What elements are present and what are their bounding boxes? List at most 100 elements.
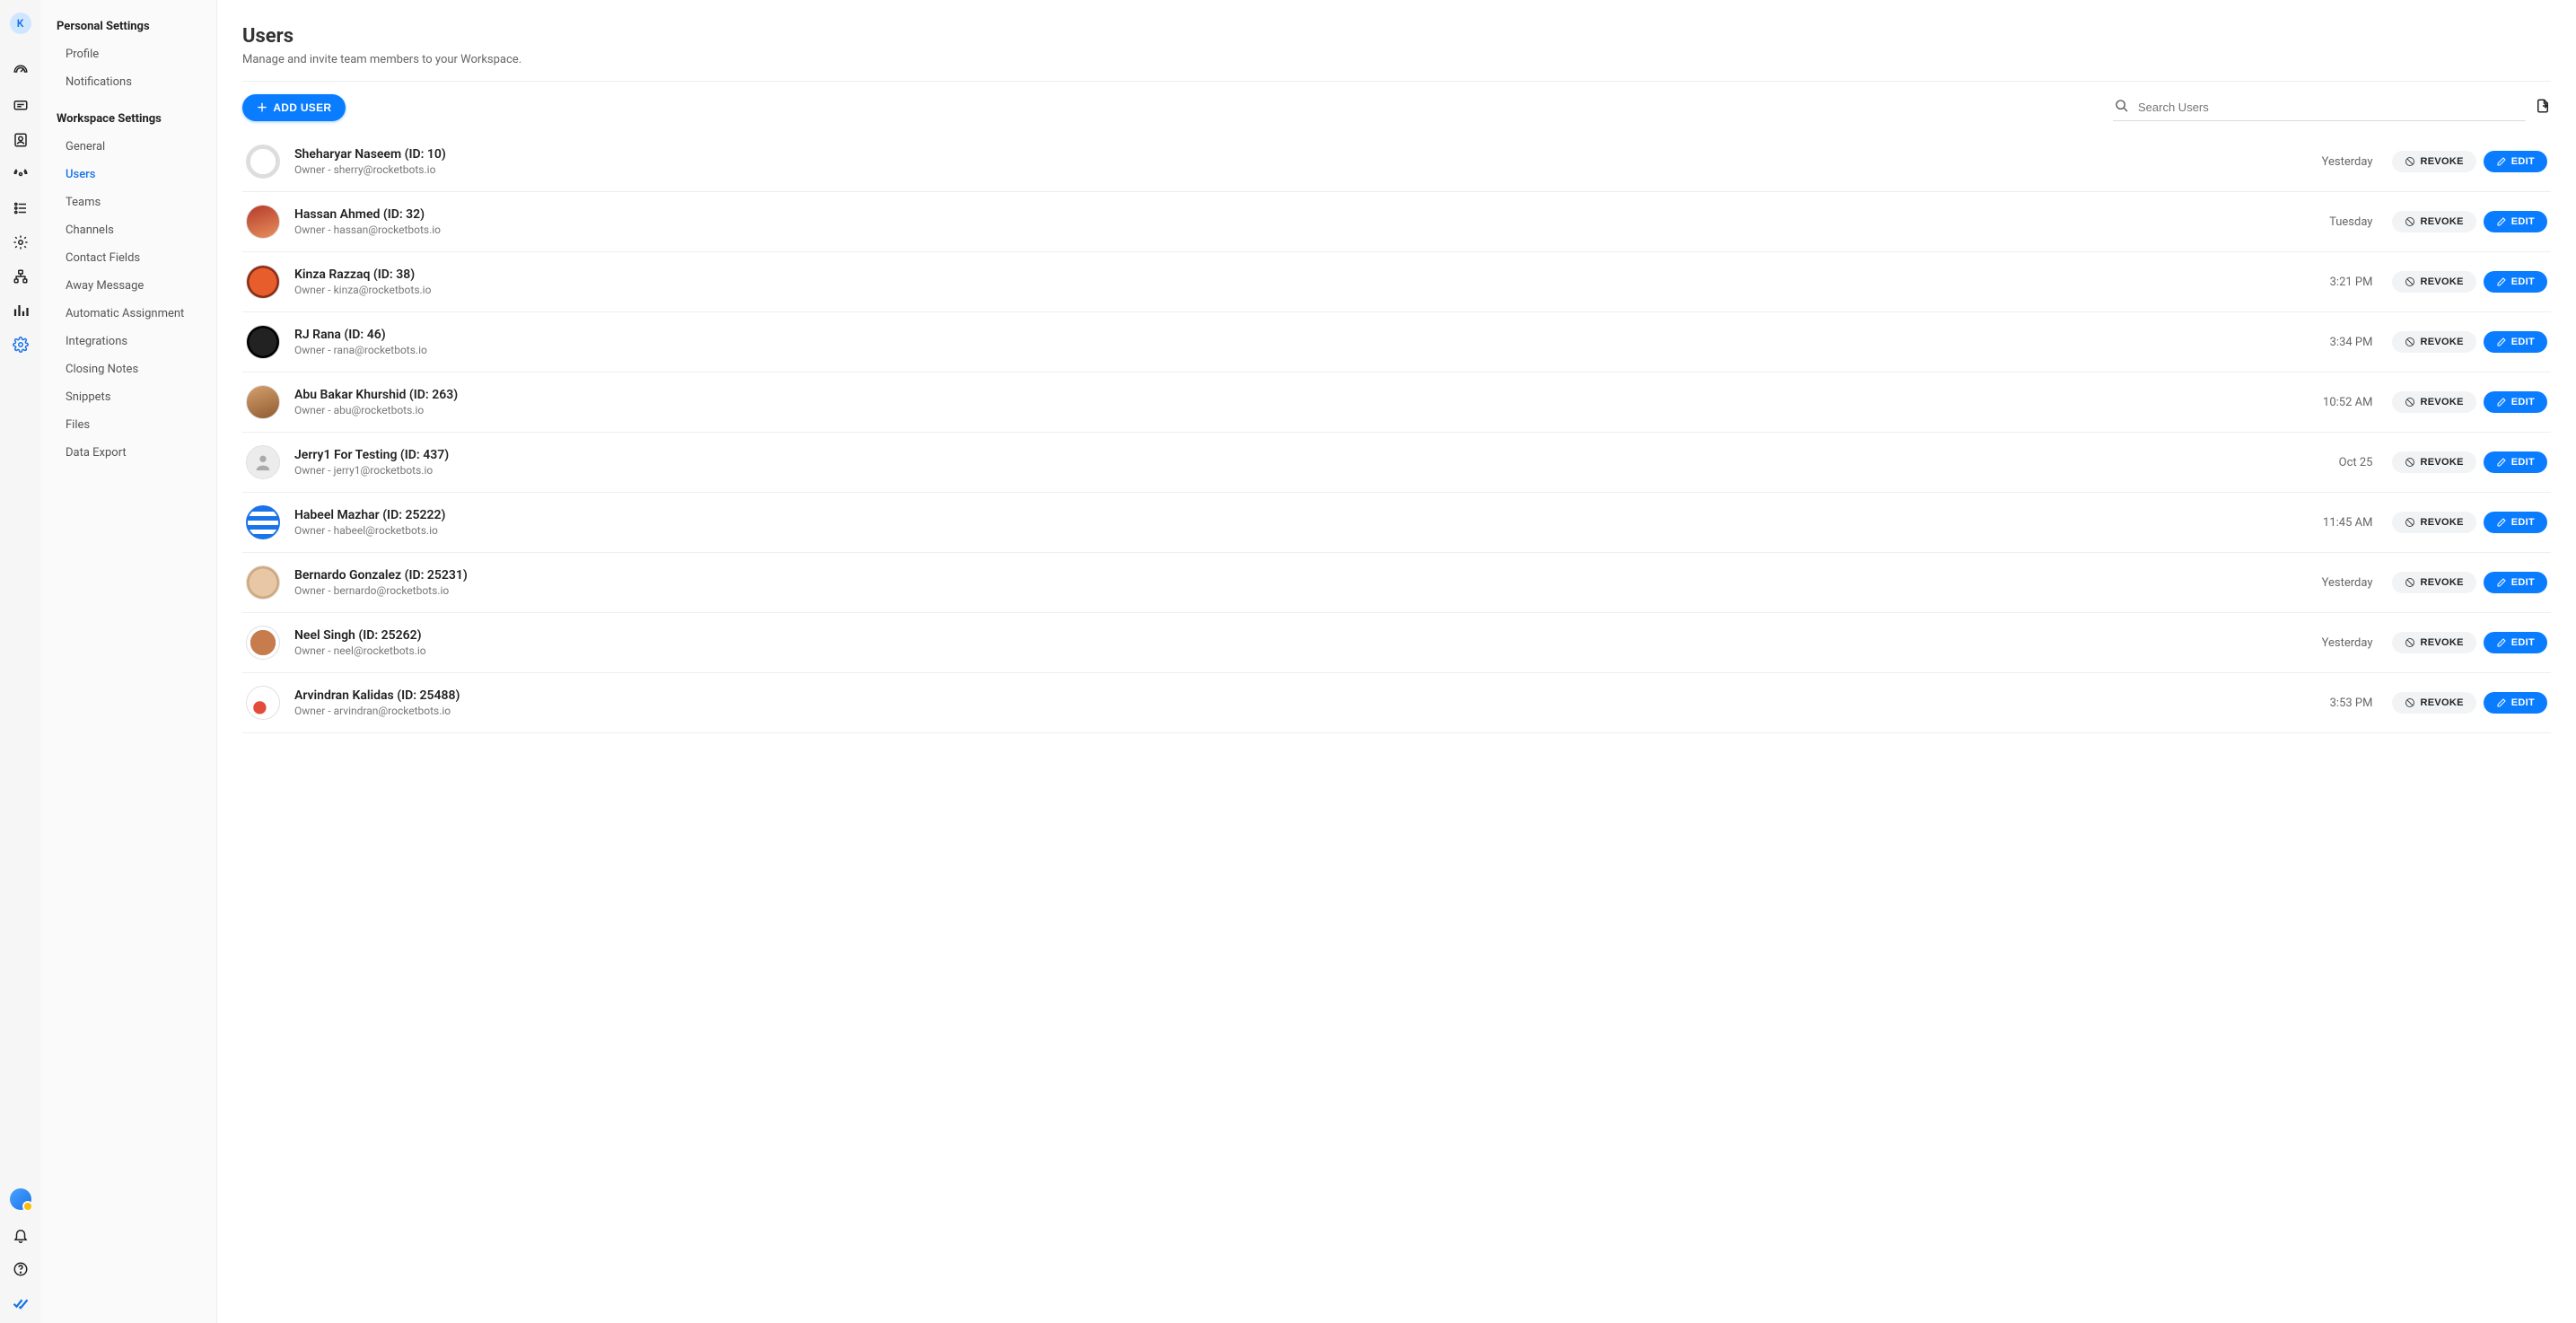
search-field[interactable] [2113, 95, 2526, 121]
edit-button[interactable]: EDIT [2484, 512, 2547, 533]
help-icon[interactable] [12, 1260, 30, 1278]
user-row: Abu Bakar Khurshid (ID: 263)Owner - abu@… [242, 372, 2551, 433]
user-avatar[interactable] [10, 1188, 31, 1210]
user-name: Hassan Ahmed (ID: 32) [294, 207, 2329, 222]
export-icon[interactable] [2535, 98, 2551, 118]
sidebar-item-automatic-assignment[interactable]: Automatic Assignment [40, 300, 216, 328]
user-name: Habeel Mazhar (ID: 25222) [294, 508, 2323, 522]
user-info: Jerry1 For Testing (ID: 437)Owner - jerr… [294, 448, 2339, 477]
revoke-button[interactable]: REVOKE [2392, 331, 2475, 353]
user-avatar [246, 565, 280, 600]
dashboard-icon[interactable] [12, 63, 30, 81]
revoke-button[interactable]: REVOKE [2392, 451, 2475, 473]
revoke-button[interactable]: REVOKE [2392, 632, 2475, 653]
user-timestamp: 3:21 PM [2330, 276, 2373, 289]
user-avatar [246, 686, 280, 720]
reports-icon[interactable] [12, 302, 30, 320]
sidebar-item-away-message[interactable]: Away Message [40, 272, 216, 300]
user-info: Abu Bakar Khurshid (ID: 263)Owner - abu@… [294, 388, 2323, 416]
user-avatar [246, 505, 280, 539]
page-title: Users [242, 25, 2551, 48]
revoke-button[interactable]: REVOKE [2392, 512, 2475, 533]
user-info: Hassan Ahmed (ID: 32)Owner - hassan@rock… [294, 207, 2329, 236]
user-name: Arvindran Kalidas (ID: 25488) [294, 688, 2330, 703]
sidebar-item-channels[interactable]: Channels [40, 216, 216, 244]
user-meta: Owner - arvindran@rocketbots.io [294, 705, 2330, 717]
edit-button[interactable]: EDIT [2484, 692, 2547, 714]
user-meta: Owner - habeel@rocketbots.io [294, 524, 2323, 537]
user-meta: Owner - abu@rocketbots.io [294, 404, 2323, 416]
user-meta: Owner - kinza@rocketbots.io [294, 284, 2330, 296]
sidebar-item-contact-fields[interactable]: Contact Fields [40, 244, 216, 272]
revoke-button[interactable]: REVOKE [2392, 271, 2475, 293]
user-info: Habeel Mazhar (ID: 25222) Owner - habeel@… [294, 508, 2323, 537]
user-row: Arvindran Kalidas (ID: 25488) Owner - arv… [242, 673, 2551, 733]
edit-button[interactable]: EDIT [2484, 391, 2547, 413]
user-info: Bernardo Gonzalez (ID: 25231)Owner - ber… [294, 568, 2322, 597]
user-avatar [246, 445, 280, 479]
status-check-icon[interactable] [12, 1294, 30, 1312]
revoke-button[interactable]: REVOKE [2392, 211, 2475, 232]
edit-button[interactable]: EDIT [2484, 451, 2547, 473]
user-meta: Owner - bernardo@rocketbots.io [294, 584, 2322, 597]
search-icon [2115, 99, 2129, 117]
divider [242, 81, 2551, 82]
edit-button[interactable]: EDIT [2484, 632, 2547, 653]
revoke-button[interactable]: REVOKE [2392, 572, 2475, 593]
user-meta: Owner - jerry1@rocketbots.io [294, 464, 2339, 477]
user-name: RJ Rana (ID: 46) [294, 328, 2330, 342]
user-row: Neel Singh (ID: 25262)Owner - neel@rocke… [242, 613, 2551, 673]
edit-button[interactable]: EDIT [2484, 151, 2547, 172]
user-avatar [246, 325, 280, 359]
user-row: RJ Rana (ID: 46)Owner - rana@rocketbots.… [242, 312, 2551, 372]
revoke-button[interactable]: REVOKE [2392, 391, 2475, 413]
notifications-bell-icon[interactable] [12, 1226, 30, 1244]
user-timestamp: 10:52 AM [2323, 396, 2372, 409]
workspace-settings-header: Workspace Settings [40, 112, 216, 133]
user-timestamp: Yesterday [2322, 636, 2373, 650]
org-icon[interactable] [12, 267, 30, 285]
user-avatar [246, 205, 280, 239]
user-timestamp: Yesterday [2322, 155, 2373, 169]
sidebar-item-integrations[interactable]: Integrations [40, 328, 216, 355]
workflows-icon[interactable] [12, 199, 30, 217]
user-name: Sheharyar Naseem (ID: 10) [294, 147, 2322, 162]
workspace-avatar[interactable]: K [10, 13, 31, 34]
user-row: Hassan Ahmed (ID: 32)Owner - hassan@rock… [242, 192, 2551, 252]
settings-icon[interactable] [12, 336, 30, 354]
revoke-button[interactable]: REVOKE [2392, 151, 2475, 172]
user-timestamp: Oct 25 [2339, 456, 2373, 469]
edit-button[interactable]: EDIT [2484, 331, 2547, 353]
user-timestamp: 3:34 PM [2330, 336, 2373, 349]
sidebar-item-users[interactable]: Users [40, 161, 216, 188]
messages-icon[interactable] [12, 97, 30, 115]
user-row: Habeel Mazhar (ID: 25222) Owner - habeel@… [242, 493, 2551, 553]
sidebar-item-general[interactable]: General [40, 133, 216, 161]
toolbar: ＋ ADD USER [242, 94, 2551, 121]
search-input[interactable] [2138, 101, 2524, 114]
edit-button[interactable]: EDIT [2484, 572, 2547, 593]
sidebar-item-snippets[interactable]: Snippets [40, 383, 216, 411]
contacts-icon[interactable] [12, 131, 30, 149]
user-avatar [246, 265, 280, 299]
sidebar-item-teams[interactable]: Teams [40, 188, 216, 216]
user-info: Neel Singh (ID: 25262)Owner - neel@rocke… [294, 628, 2322, 657]
user-avatar [246, 626, 280, 660]
sidebar-item-files[interactable]: Files [40, 411, 216, 439]
plus-icon: ＋ [257, 102, 267, 113]
sidebar-item-closing-notes[interactable]: Closing Notes [40, 355, 216, 383]
user-info: Sheharyar Naseem (ID: 10)Owner - sherry@… [294, 147, 2322, 176]
user-meta: Owner - hassan@rocketbots.io [294, 223, 2329, 236]
user-row: Bernardo Gonzalez (ID: 25231)Owner - ber… [242, 553, 2551, 613]
edit-button[interactable]: EDIT [2484, 271, 2547, 293]
edit-button[interactable]: EDIT [2484, 211, 2547, 232]
automations-icon[interactable] [12, 233, 30, 251]
broadcast-icon[interactable] [12, 165, 30, 183]
user-row: Jerry1 For Testing (ID: 437)Owner - jerr… [242, 433, 2551, 493]
add-user-button[interactable]: ＋ ADD USER [242, 94, 346, 121]
sidebar-item-profile[interactable]: Profile [40, 40, 216, 68]
revoke-button[interactable]: REVOKE [2392, 692, 2475, 714]
user-meta: Owner - sherry@rocketbots.io [294, 163, 2322, 176]
sidebar-item-data-export[interactable]: Data Export [40, 439, 216, 467]
sidebar-item-notifications[interactable]: Notifications [40, 68, 216, 96]
